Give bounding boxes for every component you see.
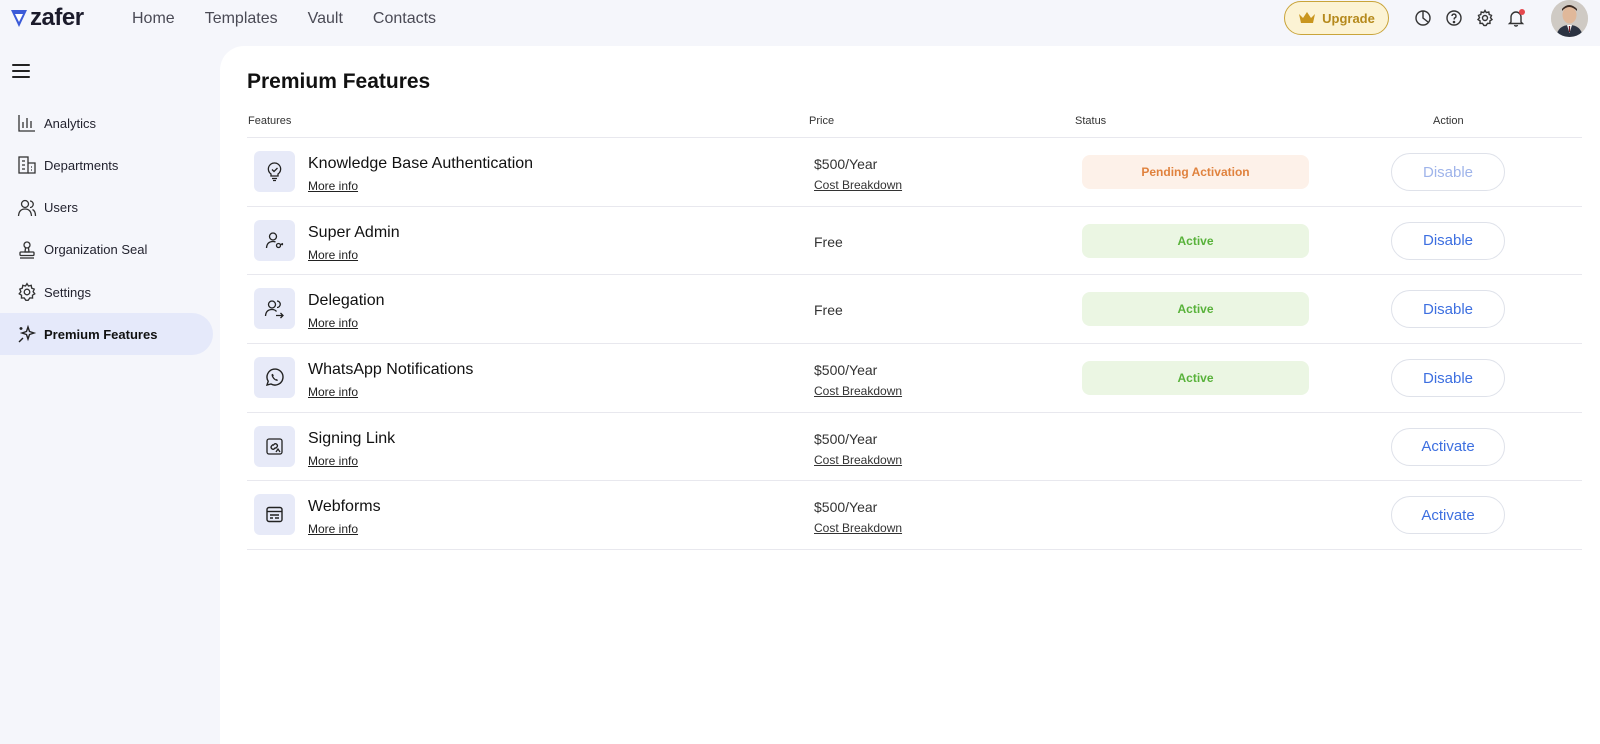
table-row: Delegation More info Free Active Disable (247, 275, 1582, 345)
sidebar-item-label: Users (44, 200, 78, 216)
sidebar-item-organization-seal[interactable]: Organization Seal (0, 229, 213, 271)
feature-name: Super Admin (308, 223, 400, 241)
disable-button[interactable]: Disable (1391, 290, 1505, 329)
price: $500/Year (814, 430, 878, 447)
price: $500/Year (814, 156, 878, 172)
column-header-action: Action (1433, 115, 1464, 127)
cost-breakdown-link[interactable]: Cost Breakdown (814, 384, 902, 398)
top-bar: zafer Home Templates Vault Contacts Upgr… (0, 0, 1600, 46)
nav-home[interactable]: Home (132, 9, 175, 29)
activate-button[interactable]: Activate (1391, 496, 1505, 535)
cost-breakdown-link[interactable]: Cost Breakdown (814, 178, 902, 192)
cost-breakdown-link[interactable]: Cost Breakdown (814, 453, 902, 467)
sidebar-item-departments[interactable]: Departments (0, 144, 213, 186)
column-header-features: Features (248, 115, 292, 127)
sidebar-item-users[interactable]: Users (0, 187, 213, 229)
table-row: Signing Link More info $500/Year Cost Br… (247, 413, 1582, 482)
lightbulb-icon (254, 151, 295, 192)
column-header-status: Status (1075, 115, 1107, 127)
status-badge: Pending Activation (1082, 155, 1309, 189)
activate-button[interactable]: Activate (1391, 427, 1505, 466)
sidebar-item-label: Settings (44, 284, 91, 300)
sparkles-icon (18, 325, 37, 343)
more-info-link[interactable]: More info (308, 454, 358, 468)
avatar[interactable] (1551, 0, 1588, 37)
feature-name: Delegation (308, 292, 385, 310)
gear-icon[interactable] (1476, 9, 1494, 27)
status-badge: Active (1082, 361, 1309, 396)
cost-breakdown-link[interactable]: Cost Breakdown (814, 521, 902, 535)
users-icon (17, 199, 37, 216)
disable-button[interactable]: Disable (1391, 221, 1505, 260)
pie-chart-icon[interactable] (1414, 9, 1432, 27)
sidebar-list: Analytics Departments Users Organization… (0, 102, 220, 356)
user-key-icon (254, 219, 295, 261)
sidebar-item-label: Departments (44, 157, 119, 173)
more-info-link[interactable]: More info (308, 179, 358, 193)
status-badge: Active (1082, 223, 1309, 258)
header-icons (1414, 9, 1538, 27)
signing-link-icon (254, 425, 295, 467)
feature-name: WhatsApp Notifications (308, 361, 474, 379)
sidebar-item-analytics[interactable]: Analytics (0, 102, 213, 144)
bell-icon[interactable] (1507, 9, 1525, 27)
feature-name: Knowledge Base Authentication (308, 155, 534, 172)
price: Free (814, 302, 843, 319)
zafer-logo-icon (11, 10, 27, 27)
price: Free (814, 233, 843, 250)
bar-chart-icon (18, 115, 35, 132)
crown-icon (1299, 12, 1316, 23)
upgrade-label: Upgrade (1322, 10, 1375, 26)
table-row: WhatsApp Notifications More info $500/Ye… (247, 344, 1582, 413)
main-nav: Home Templates Vault Contacts (132, 9, 466, 29)
status-badge: Active (1082, 292, 1309, 327)
column-header-price: Price (809, 115, 835, 127)
disable-button[interactable]: Disable (1391, 153, 1505, 191)
whatsapp-icon (254, 357, 295, 399)
table-row: Knowledge Base Authentication More info … (247, 138, 1582, 207)
more-info-link[interactable]: More info (308, 248, 358, 262)
more-info-link[interactable]: More info (308, 316, 358, 330)
sidebar-item-label: Organization Seal (44, 242, 148, 258)
webform-icon (254, 494, 295, 536)
logo-text: zafer (30, 4, 84, 31)
table-row: Webforms More info $500/Year Cost Breakd… (247, 481, 1582, 551)
sidebar-item-label: Analytics (44, 115, 97, 131)
notification-dot (1519, 9, 1525, 15)
more-info-link[interactable]: More info (308, 522, 358, 536)
user-transfer-icon (254, 288, 295, 330)
price: $500/Year (814, 362, 878, 379)
nav-vault[interactable]: Vault (308, 9, 343, 29)
table-header: Features Price Status Action (247, 108, 1582, 138)
price: $500/Year (814, 499, 878, 516)
stamp-icon (19, 241, 35, 259)
disable-button[interactable]: Disable (1391, 359, 1505, 398)
features-table: Features Price Status Action Knowledge B… (247, 108, 1582, 551)
sidebar: Analytics Departments Users Organization… (0, 46, 220, 744)
feature-name: Signing Link (308, 429, 396, 447)
page-title: Premium Features (247, 70, 431, 93)
more-info-link[interactable]: More info (308, 385, 358, 399)
gear-icon (18, 282, 36, 302)
feature-name: Webforms (308, 498, 381, 516)
help-icon[interactable] (1445, 9, 1463, 27)
main-content: Premium Features Features Price Status A… (220, 46, 1600, 744)
upgrade-button[interactable]: Upgrade (1284, 1, 1389, 35)
building-icon (18, 156, 36, 174)
nav-templates[interactable]: Templates (205, 9, 278, 29)
nav-contacts[interactable]: Contacts (373, 9, 436, 29)
menu-toggle-icon[interactable] (12, 64, 30, 78)
sidebar-item-premium-features[interactable]: Premium Features (0, 313, 213, 356)
logo[interactable]: zafer (10, 5, 84, 31)
table-row: Super Admin More info Free Active Disabl… (247, 207, 1582, 276)
sidebar-item-settings[interactable]: Settings (0, 271, 213, 313)
sidebar-item-label: Premium Features (44, 326, 158, 342)
